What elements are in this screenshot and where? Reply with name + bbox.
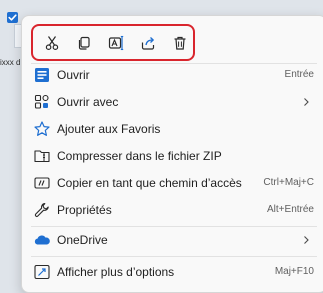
trash-icon (172, 35, 188, 51)
open-app-icon (33, 66, 51, 84)
share-icon (140, 35, 156, 51)
separator (31, 256, 317, 257)
menu-item-properties[interactable]: Propriétés Alt+Entrée (26, 197, 322, 223)
menu-item-shortcut: Entrée (284, 69, 314, 80)
menu-item-label: Ouvrir (57, 68, 90, 82)
menu-item-label: Copier en tant que chemin d’accès (57, 176, 242, 190)
scissors-icon (44, 35, 60, 51)
menu-item-more-options[interactable]: Afficher plus d’options Maj+F10 (26, 259, 322, 285)
menu-item-compress-zip[interactable]: Compresser dans le fichier ZIP (26, 143, 322, 169)
wrench-icon (33, 201, 51, 219)
chevron-right-icon (300, 96, 312, 108)
menu-item-shortcut: Alt+Entrée (267, 204, 314, 215)
checkbox-icon[interactable] (7, 12, 18, 23)
copy-icon (76, 35, 92, 51)
chevron-right-icon (300, 234, 312, 246)
more-options-icon (33, 263, 51, 281)
zip-folder-icon (33, 147, 51, 165)
menu-item-label: Propriétés (57, 203, 112, 217)
menu-item-shortcut: Maj+F10 (274, 266, 314, 277)
menu-item-label: Compresser dans le fichier ZIP (57, 149, 222, 163)
rename-button[interactable] (105, 32, 127, 54)
menu-item-label: Ajouter aux Favoris (57, 122, 161, 136)
open-with-icon (33, 93, 51, 111)
menu-item-shortcut: Ctrl+Maj+C (263, 177, 314, 188)
quick-actions-toolbar (31, 24, 195, 61)
menu-item-add-favorites[interactable]: Ajouter aux Favoris (26, 116, 322, 142)
menu-item-label: Ouvrir avec (57, 95, 119, 109)
rename-icon (108, 35, 124, 51)
copy-button[interactable] (73, 32, 95, 54)
delete-button[interactable] (169, 32, 191, 54)
onedrive-cloud-icon (33, 231, 51, 249)
menu-item-onedrive[interactable]: OneDrive (26, 227, 322, 253)
menu-item-open[interactable]: Ouvrir Entrée (26, 62, 322, 88)
menu-item-label: Afficher plus d’options (57, 265, 175, 279)
copy-path-icon (33, 174, 51, 192)
menu-item-copy-path[interactable]: Copier en tant que chemin d’accès Ctrl+M… (26, 170, 322, 196)
cut-button[interactable] (41, 32, 63, 54)
share-button[interactable] (137, 32, 159, 54)
context-menu: Ouvrir Entrée Ouvrir avec Ajouter aux Fa… (21, 15, 323, 293)
menu-item-label: OneDrive (57, 233, 108, 247)
star-icon (33, 120, 51, 138)
menu-item-open-with[interactable]: Ouvrir avec (26, 89, 322, 115)
